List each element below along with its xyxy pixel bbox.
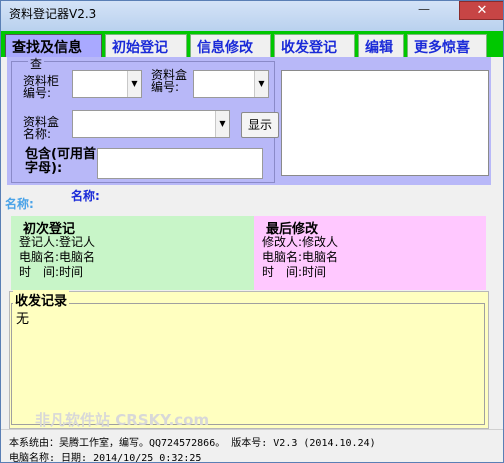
- box-number-label-line2: 编号:: [151, 80, 180, 94]
- last-modification-panel: 最后修改 修改人:修改人 电脑名:电脑名 时 间:时间: [254, 216, 486, 290]
- tab-bar: 查找及信息 初始登记 信息修改 收发登记 编辑 更多惊喜: [1, 31, 503, 57]
- last-time-text: 时 间:时间: [262, 265, 327, 279]
- query-panel: 查 资料柜 编号: ▼ 资料盒 编号: ▼ 资料盒 名称: ▼ 显示 包含(可用…: [7, 57, 491, 185]
- status-info-line: 本系统由：吴腾工作室，编写。QQ724572866。 版本号: V2.3 (20…: [9, 438, 376, 449]
- cabinet-label-line2: 编号:: [23, 86, 52, 100]
- box-name-select[interactable]: ▼: [72, 110, 230, 138]
- modifier-text: 修改人:修改人: [262, 235, 339, 249]
- tab-initial-registration[interactable]: 初始登记: [105, 34, 187, 57]
- name-label-left: 名称:: [5, 197, 34, 211]
- tab-edit[interactable]: 编辑: [358, 34, 404, 57]
- watermark: 非凡软件站 CRSKY.com: [35, 411, 210, 429]
- name-label: 名称:: [71, 189, 100, 203]
- box-number-select[interactable]: ▼: [193, 70, 269, 98]
- keyword-label: 包含(可用首字母):: [25, 147, 96, 176]
- first-time-text: 时 间:时间: [19, 265, 84, 279]
- app-window: 资料登记器V2.3 — ✕ 查找及信息 初始登记 信息修改 收发登记 编辑 更多…: [0, 0, 504, 463]
- title-bar: 资料登记器V2.3 — ✕: [1, 1, 503, 31]
- chevron-down-icon[interactable]: ▼: [254, 71, 268, 97]
- keyword-input[interactable]: [97, 148, 263, 179]
- tab-search-info[interactable]: 查找及信息: [5, 34, 102, 57]
- tab-info-edit[interactable]: 信息修改: [190, 34, 271, 57]
- status-computer-date-line: 电脑名称: 日期: 2014/10/25 0:32:25: [9, 453, 202, 463]
- show-button[interactable]: 显示: [241, 112, 279, 138]
- tab-more-surprises[interactable]: 更多惊喜: [407, 34, 487, 57]
- last-computer-text: 电脑名:电脑名: [262, 250, 339, 264]
- registrar-text: 登记人:登记人: [19, 235, 96, 249]
- chevron-down-icon[interactable]: ▼: [127, 71, 141, 97]
- status-bar: 本系统由：吴腾工作室，编写。QQ724572866。 版本号: V2.3 (20…: [1, 429, 503, 463]
- log-textarea[interactable]: 无: [11, 303, 485, 425]
- first-computer-text: 电脑名:电脑名: [19, 250, 96, 264]
- minimize-button[interactable]: —: [411, 1, 437, 20]
- chevron-down-icon[interactable]: ▼: [215, 111, 229, 137]
- log-title: 收发记录: [13, 290, 70, 309]
- query-legend: 查: [28, 57, 45, 71]
- first-registration-panel: 初次登记 登记人:登记人 电脑名:电脑名 时 间:时间: [11, 216, 254, 290]
- window-title: 资料登记器V2.3: [9, 7, 97, 21]
- close-button[interactable]: ✕: [459, 1, 503, 20]
- cabinet-number-select[interactable]: ▼: [72, 70, 142, 98]
- result-list[interactable]: [281, 70, 489, 176]
- box-name-label-line2: 名称:: [23, 127, 52, 141]
- tab-send-receive[interactable]: 收发登记: [274, 34, 355, 57]
